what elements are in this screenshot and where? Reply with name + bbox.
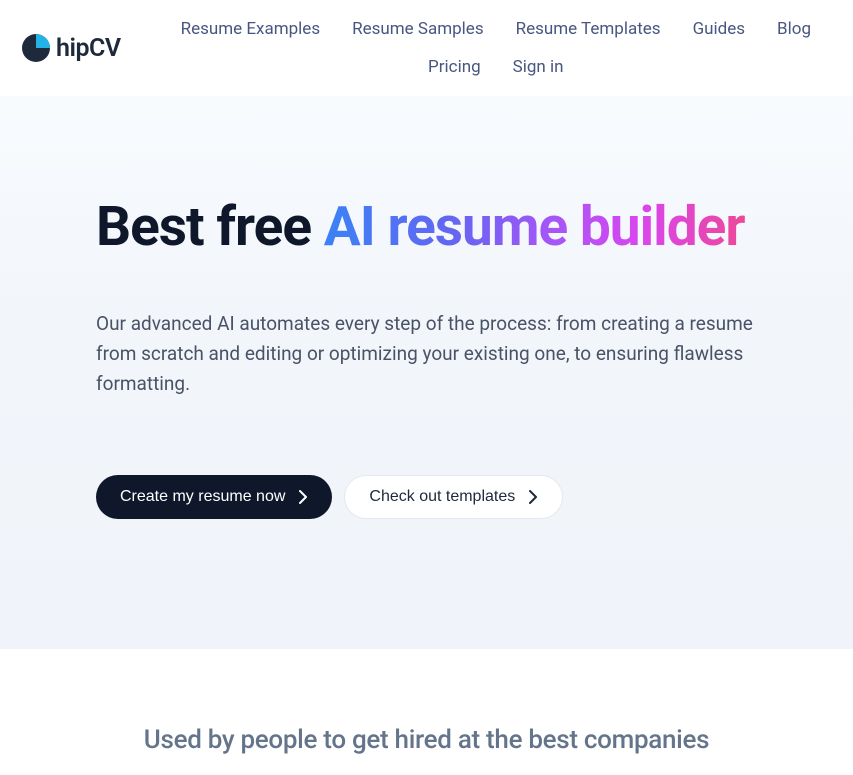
check-templates-button[interactable]: Check out templates (344, 475, 563, 519)
chevron-right-icon (529, 490, 538, 504)
chevron-right-icon (299, 490, 308, 504)
create-resume-button[interactable]: Create my resume now (96, 475, 332, 519)
nav-pricing[interactable]: Pricing (428, 57, 481, 77)
hero-buttons: Create my resume now Check out templates (96, 475, 757, 519)
nav-row-2: Pricing Sign in (161, 57, 831, 77)
nav-sign-in[interactable]: Sign in (513, 57, 564, 77)
social-proof-section: Used by people to get hired at the best … (0, 649, 853, 775)
logo-icon (22, 34, 50, 62)
logo-text: hipCV (56, 34, 121, 63)
create-resume-label: Create my resume now (120, 488, 285, 506)
nav-row-1: Resume Examples Resume Samples Resume Te… (161, 19, 831, 39)
nav-blog[interactable]: Blog (777, 19, 811, 39)
hero-section: Best free AI resume builder Our advanced… (0, 96, 853, 649)
logo[interactable]: hipCV (22, 34, 121, 63)
navbar: hipCV Resume Examples Resume Samples Res… (0, 0, 853, 96)
social-proof-title: Used by people to get hired at the best … (96, 725, 757, 755)
nav-resume-samples[interactable]: Resume Samples (352, 19, 484, 39)
nav-guides[interactable]: Guides (693, 19, 745, 39)
hero-subtitle: Our advanced AI automates every step of … (96, 309, 757, 399)
hero-title: Best free AI resume builder (96, 196, 757, 259)
nav-resume-templates[interactable]: Resume Templates (516, 19, 661, 39)
hero-title-gradient: AI resume builder (324, 195, 745, 259)
nav-resume-examples[interactable]: Resume Examples (181, 19, 321, 39)
hero-title-plain: Best free (96, 195, 324, 259)
nav-links: Resume Examples Resume Samples Resume Te… (161, 19, 831, 77)
check-templates-label: Check out templates (369, 488, 515, 506)
